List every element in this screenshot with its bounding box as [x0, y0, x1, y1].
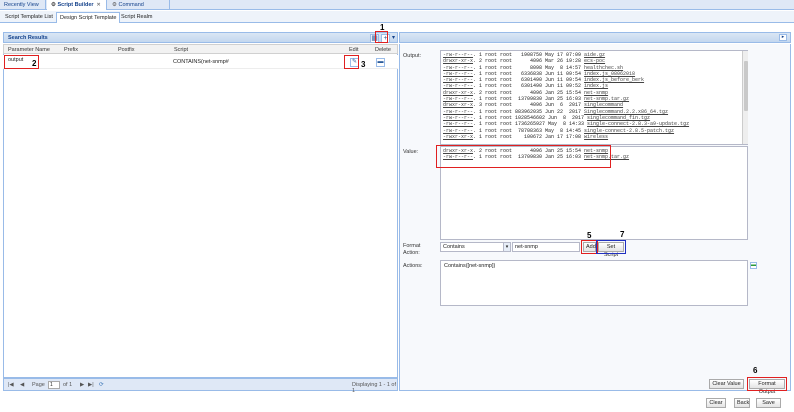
add-action-button[interactable]: ▬: [750, 262, 757, 269]
highlight-value: [436, 145, 611, 168]
highlight-format-output: [747, 377, 787, 391]
close-icon[interactable]: ✕: [97, 2, 101, 8]
tab-label: Script Builder: [57, 2, 94, 8]
save-button[interactable]: Save: [756, 398, 781, 408]
tab-script-template-list[interactable]: Script Template List: [2, 12, 56, 23]
tab-label: Script Template List: [5, 14, 53, 20]
script-design-header: ▸: [399, 32, 791, 43]
format-action-select[interactable]: Contains: [440, 242, 510, 252]
panel-title: Search Results: [8, 35, 48, 41]
highlight-add-parameter: [375, 31, 388, 43]
page-label-text: Page: [32, 382, 45, 388]
delete-button[interactable]: ▬: [376, 58, 385, 67]
column-header-parameter-name[interactable]: Parameter Name: [8, 47, 50, 53]
refresh-icon[interactable]: ⟳: [99, 382, 104, 388]
grid-header: Parameter Name Prefix Postfix Script Edi…: [3, 44, 398, 54]
actions-label: Actions:: [403, 263, 423, 269]
search-results-header: Search Results ▦ + ▾: [3, 32, 398, 43]
back-button[interactable]: Back: [734, 398, 750, 408]
callout-3: 3: [361, 60, 366, 69]
first-page-icon[interactable]: |◀: [8, 382, 14, 388]
page-count-label: of 1: [63, 382, 73, 388]
page-number-input[interactable]: 1: [48, 381, 60, 389]
tab-command-template[interactable]: ⚙ Command Template✕: [108, 0, 170, 18]
output-label: Output:: [403, 53, 422, 59]
clear-value-button[interactable]: Clear Value: [709, 379, 744, 389]
callout-5: 5: [587, 231, 592, 240]
display-count: Displaying 1 - 1 of 1: [352, 382, 397, 394]
callout-2: 2: [32, 59, 37, 68]
minus-icon: ▬: [751, 262, 756, 268]
script-cell: CONTAINS(net-snmp#: [173, 59, 229, 65]
paging-toolbar: |◀ ◀ Page 1 of 1 ▶ ▶| ⟳ Displaying 1 - 1…: [3, 378, 398, 394]
column-header-prefix[interactable]: Prefix: [64, 47, 78, 53]
chevron-down-icon[interactable]: ▾: [503, 242, 511, 252]
tab-label: Design Script Template: [60, 15, 117, 21]
input-value: net-snmp: [515, 244, 538, 250]
column-header-delete[interactable]: Delete: [375, 47, 391, 53]
value-label: Value:: [403, 149, 419, 155]
callout-7: 7: [620, 230, 625, 239]
output-scrollbar[interactable]: [742, 51, 748, 144]
next-page-icon[interactable]: ▶: [80, 382, 84, 388]
select-value: Contains: [443, 244, 465, 250]
table-row[interactable]: output CONTAINS(net-snmp# ✎ ▬: [3, 55, 398, 69]
tab-design-script-template[interactable]: Design Script Template: [56, 12, 121, 23]
main-tab-bar: Recently View ⚙ Script Builder ✕ ⚙ Comman…: [0, 0, 794, 18]
search-results-grid: [3, 44, 398, 378]
highlight-set-script: [596, 240, 626, 254]
chevron-down-icon[interactable]: ▾: [392, 34, 395, 41]
column-header-postfix[interactable]: Postfix: [118, 47, 135, 53]
minus-icon: ▬: [377, 59, 384, 65]
last-page-icon[interactable]: ▶|: [88, 382, 94, 388]
output-textarea[interactable]: -rw-r--r--. 1 root root 1908750 May 17 0…: [440, 50, 748, 145]
prev-page-icon[interactable]: ◀: [20, 382, 24, 388]
callout-6: 6: [753, 366, 758, 375]
tab-label: Recently View: [4, 2, 39, 8]
actions-textarea[interactable]: Contains([net-snmp]): [440, 260, 748, 306]
gear-icon: ⚙: [112, 2, 117, 8]
tab-script-builder[interactable]: ⚙ Script Builder ✕: [47, 0, 107, 10]
column-header-edit[interactable]: Edit: [349, 47, 358, 53]
clear-button[interactable]: Clear: [706, 398, 726, 408]
tab-script-realm[interactable]: Script Realm: [118, 12, 155, 23]
output-line: -rwxr-xr-x. 1 root root 100672 Jan 17 17…: [443, 133, 609, 140]
highlight-edit: [344, 55, 359, 69]
column-header-script[interactable]: Script: [174, 47, 188, 53]
format-text-input[interactable]: net-snmp: [512, 242, 580, 252]
gear-icon: ⚙: [51, 2, 56, 8]
sub-tab-bar: Script Template List Design Script Templ…: [0, 11, 794, 23]
tab-label: Script Realm: [121, 14, 153, 20]
collapse-icon[interactable]: ▸: [779, 34, 787, 41]
format-action-label: Format Action:: [403, 243, 421, 256]
tab-recently-view[interactable]: Recently View: [0, 0, 46, 10]
